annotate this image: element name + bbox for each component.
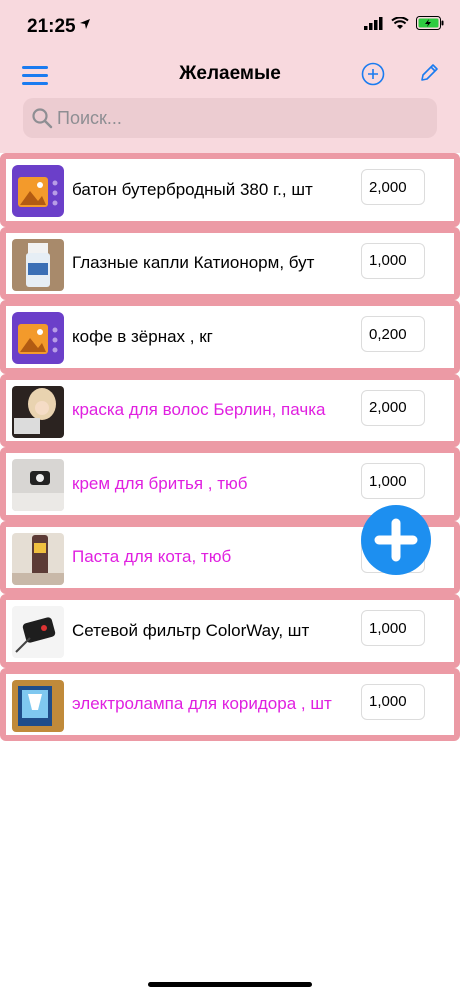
image-placeholder-icon: [12, 312, 64, 364]
quantity-field[interactable]: 2,000: [361, 389, 425, 426]
add-circle-icon[interactable]: [361, 62, 385, 86]
list-item[interactable]: электролампа для коридора , шт 1,000: [0, 667, 460, 741]
quantity-field[interactable]: 0,200: [361, 316, 425, 352]
item-name: краска для волос Берлин, пачка: [72, 400, 326, 420]
location-arrow-icon: [80, 19, 90, 29]
item-thumbnail: [12, 679, 64, 732]
plus-icon: [374, 518, 418, 562]
list-item[interactable]: Сетевой фильтр ColorWay, шт 1,000: [0, 594, 460, 668]
item-name: Паста для кота, тюб: [72, 547, 232, 567]
wishlist: батон бутербродный 380 г., шт 2,000 Глазны…: [0, 153, 460, 741]
item-name: батон бутербродный 380 г., шт: [72, 179, 313, 199]
status-bar: 21:25: [0, 0, 460, 52]
item-name: Сетевой фильтр ColorWay, шт: [72, 620, 310, 640]
signal-icon: [364, 16, 383, 30]
list-item[interactable]: кофе в зёрнах , кг 0,200: [0, 300, 460, 374]
status-time: 21:25: [27, 16, 76, 37]
image-placeholder-icon: [12, 165, 64, 217]
item-thumbnail: [12, 385, 64, 438]
pencil-icon[interactable]: [418, 62, 440, 84]
status-icons: [364, 16, 444, 30]
item-thumbnail: [12, 606, 64, 658]
quantity-field[interactable]: 2,000: [361, 169, 425, 205]
search-bar: [23, 98, 437, 138]
nav-bar: Желаемые: [0, 52, 460, 96]
item-thumbnail: [12, 238, 64, 291]
quantity-field[interactable]: 1,000: [361, 683, 425, 720]
quantity-field[interactable]: 1,000: [361, 463, 425, 499]
item-name: крем для бритья , тюб: [72, 473, 248, 493]
item-thumbnail: [12, 532, 64, 585]
item-name: Глазные капли Катионорм, бут: [72, 253, 315, 273]
battery-icon: [416, 16, 444, 30]
quantity-field[interactable]: 1,000: [361, 242, 425, 279]
page-title: Желаемые: [179, 63, 281, 84]
item-name: электролампа для коридора , шт: [72, 694, 332, 714]
floating-add-button[interactable]: [361, 505, 431, 575]
list-item[interactable]: Глазные капли Катионорм, бут 1,000: [0, 226, 460, 300]
list-item[interactable]: батон бутербродный 380 г., шт 2,000: [0, 153, 460, 227]
item-thumbnail: [12, 459, 64, 511]
search-icon: [32, 108, 53, 129]
quantity-field[interactable]: 1,000: [361, 610, 425, 646]
list-item[interactable]: краска для волос Берлин, пачка 2,000: [0, 373, 460, 447]
item-name: кофе в зёрнах , кг: [72, 326, 213, 346]
wifi-icon: [391, 16, 409, 29]
search-input[interactable]: [57, 98, 427, 138]
home-indicator: [148, 982, 312, 987]
